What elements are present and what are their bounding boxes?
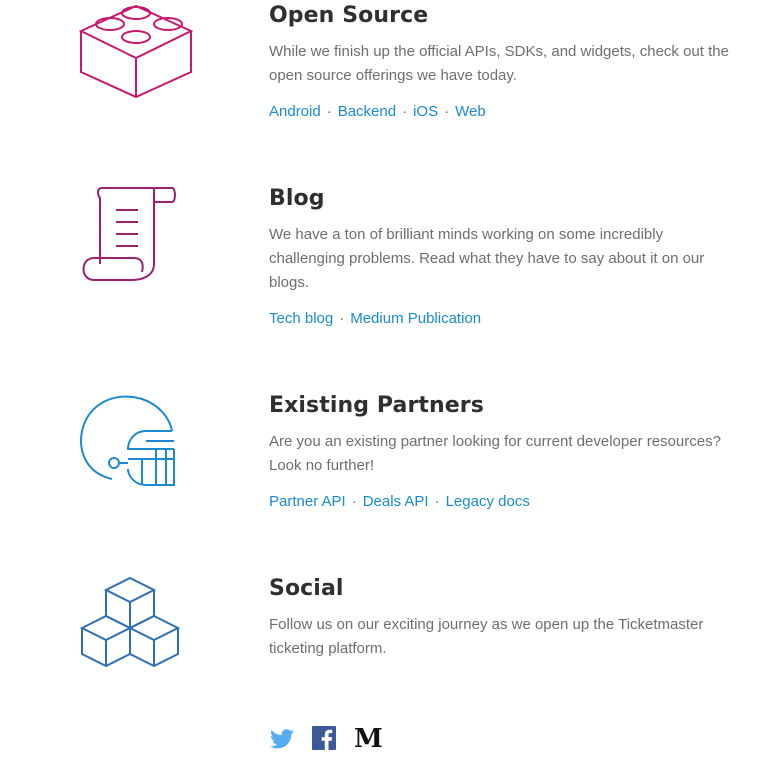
stacked-cubes-icon bbox=[76, 576, 184, 677]
link-backend[interactable]: Backend bbox=[338, 103, 396, 120]
link-medium-publication[interactable]: Medium Publication bbox=[350, 310, 481, 327]
twitter-icon[interactable] bbox=[269, 726, 295, 757]
link-ios[interactable]: iOS bbox=[413, 103, 438, 120]
section-links: Tech blog · Medium Publication bbox=[269, 307, 739, 331]
football-helmet-icon bbox=[76, 393, 180, 494]
link-legacy-docs[interactable]: Legacy docs bbox=[446, 493, 530, 510]
section-title: Existing Partners bbox=[269, 393, 484, 418]
link-separator: · bbox=[326, 103, 332, 120]
section-description: Follow us on our exciting journey as we … bbox=[269, 616, 704, 657]
link-separator: · bbox=[402, 103, 408, 120]
link-web[interactable]: Web bbox=[455, 103, 486, 120]
facebook-icon[interactable] bbox=[312, 726, 336, 755]
link-separator: · bbox=[351, 493, 357, 510]
link-deals-api[interactable]: Deals API bbox=[363, 493, 429, 510]
scroll-icon bbox=[76, 186, 180, 287]
medium-letter: M bbox=[354, 724, 383, 754]
section-description: While we finish up the official APIs, SD… bbox=[269, 43, 729, 84]
section-description: Are you an existing partner looking for … bbox=[269, 433, 721, 474]
section-title: Social bbox=[269, 576, 344, 601]
section-title: Blog bbox=[269, 186, 325, 211]
lego-brick-icon bbox=[76, 4, 196, 105]
link-separator: · bbox=[444, 103, 450, 120]
section-title: Open Source bbox=[269, 3, 429, 28]
link-separator: · bbox=[434, 493, 440, 510]
section-links: Android · Backend · iOS · Web bbox=[269, 100, 739, 124]
link-android[interactable]: Android bbox=[269, 103, 321, 120]
section-description: We have a ton of brilliant minds working… bbox=[269, 226, 705, 291]
section-links: Partner API · Deals API · Legacy docs bbox=[269, 490, 739, 514]
link-tech-blog[interactable]: Tech blog bbox=[269, 310, 333, 327]
link-partner-api[interactable]: Partner API bbox=[269, 493, 346, 510]
link-separator: · bbox=[339, 310, 345, 327]
